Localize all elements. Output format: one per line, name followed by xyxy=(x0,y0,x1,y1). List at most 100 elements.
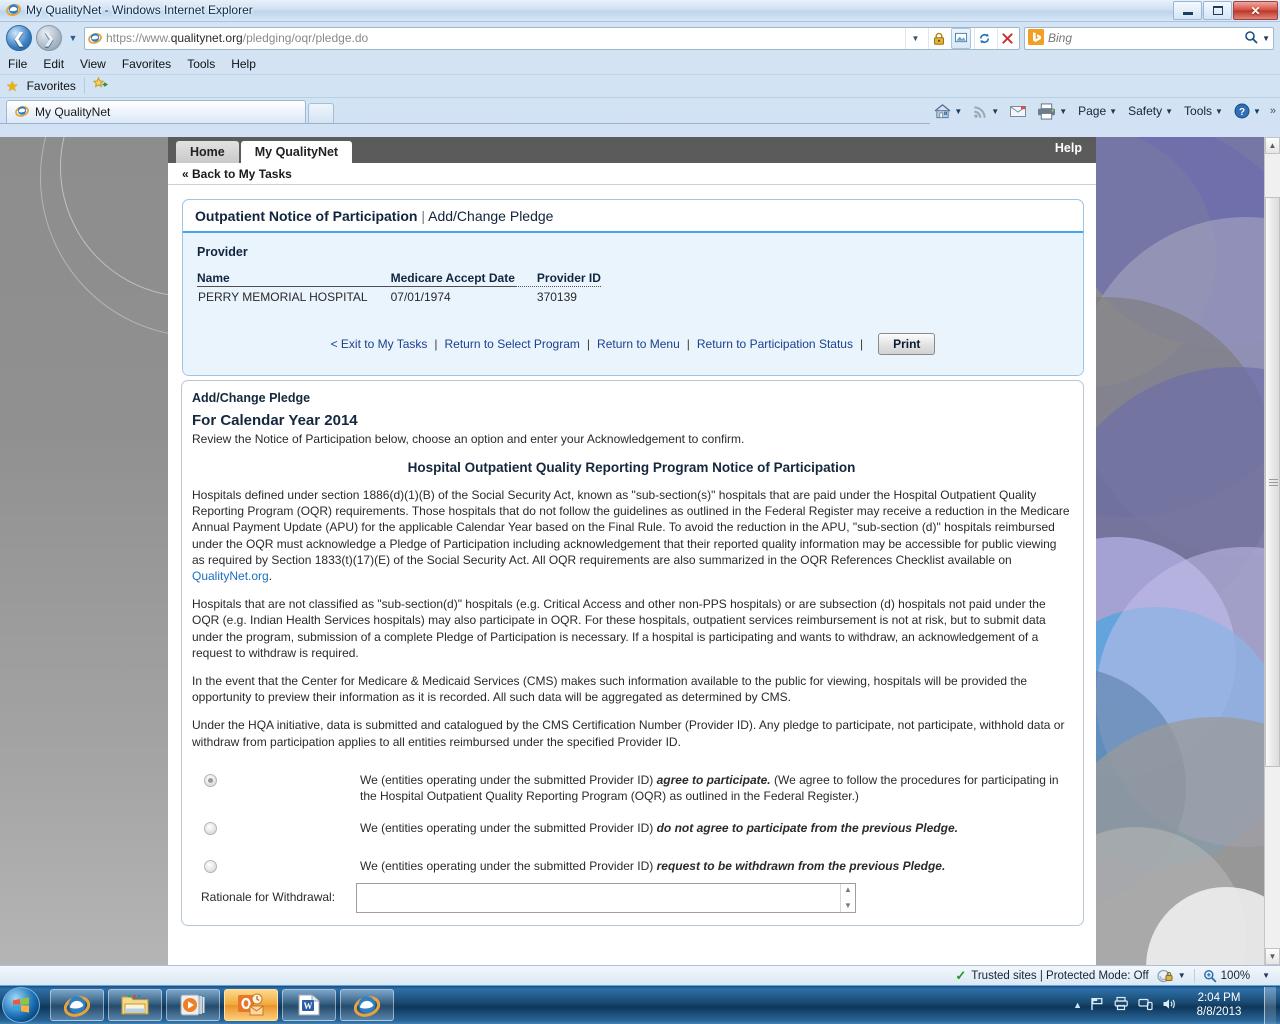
back-button[interactable]: ❮ xyxy=(6,25,32,51)
start-button[interactable] xyxy=(2,987,40,1023)
feeds-icon[interactable]: ▼ xyxy=(969,102,1003,121)
panel-title-sub: Add/Change Pledge xyxy=(428,208,554,224)
tools-menu-button[interactable]: Tools ▼ xyxy=(1180,102,1227,120)
return-to-menu-link[interactable]: Return to Menu xyxy=(597,337,680,351)
search-dropdown-icon[interactable]: ▼ xyxy=(1262,34,1270,43)
menu-item-view[interactable]: View xyxy=(80,57,106,71)
new-tab-button[interactable] xyxy=(308,103,334,123)
favorites-star-icon[interactable]: ★ xyxy=(6,78,19,95)
pledge-option-row[interactable]: We (entities operating under the submitt… xyxy=(192,858,1071,874)
privacy-dropdown-icon[interactable]: ▼ xyxy=(1178,971,1186,980)
menu-item-help[interactable]: Help xyxy=(231,57,256,71)
help-menu-button[interactable]: ? ▼ xyxy=(1230,101,1265,121)
maximize-restore-button[interactable] xyxy=(1203,1,1232,20)
favorites-label[interactable]: Favorites xyxy=(27,79,76,93)
show-desktop-button[interactable] xyxy=(1264,986,1276,1024)
rationale-textarea[interactable]: ▲ ▼ xyxy=(356,882,856,913)
privacy-report[interactable]: ▼ xyxy=(1157,969,1194,983)
taskbar-windows-explorer-icon[interactable] xyxy=(108,989,162,1021)
window-controls: ✕ xyxy=(1173,1,1278,20)
site-help-link[interactable]: Help xyxy=(1055,141,1082,155)
command-bar-overflow-icon[interactable]: » xyxy=(1268,105,1276,117)
option-1-lead: We (entities operating under the submitt… xyxy=(360,772,657,787)
stop-icon[interactable] xyxy=(997,27,1017,49)
refresh-icon[interactable] xyxy=(974,27,994,49)
page-menu-button[interactable]: Page ▼ xyxy=(1074,102,1121,120)
exit-to-my-tasks-link[interactable]: < Exit to My Tasks xyxy=(331,337,428,351)
site-tab-my-qualitynet[interactable]: My QualityNet xyxy=(240,141,353,163)
internet-explorer-icon xyxy=(6,2,21,17)
browser-tab-my-qualitynet[interactable]: My QualityNet xyxy=(6,100,306,123)
home-icon[interactable]: ▼ xyxy=(930,101,966,121)
menu-item-file[interactable]: File xyxy=(8,57,27,71)
radio-do-not-agree-to-participate[interactable] xyxy=(204,822,217,836)
home-dropdown-icon[interactable]: ▼ xyxy=(954,107,962,116)
scroll-up-button[interactable]: ▲ xyxy=(1265,137,1280,154)
return-to-select-program-link[interactable]: Return to Select Program xyxy=(445,337,580,351)
provider-section: Provider Name Medicare Accept Date Provi… xyxy=(183,233,1083,375)
print-button[interactable]: Print xyxy=(878,333,936,355)
recent-pages-dropdown-icon[interactable]: ▼ xyxy=(66,33,80,43)
notice-panel: Outpatient Notice of Participation | Add… xyxy=(182,199,1084,376)
volume-icon[interactable] xyxy=(1162,997,1178,1014)
security-zone-label: Trusted sites | Protected Mode: Off xyxy=(971,969,1149,982)
address-dropdown-icon[interactable]: ▼ xyxy=(905,27,925,49)
zoom-control[interactable]: 100% ▼ xyxy=(1193,968,1280,983)
minimize-button[interactable] xyxy=(1173,1,1202,20)
read-mail-icon[interactable] xyxy=(1006,103,1030,120)
forward-button[interactable]: ❯ xyxy=(36,25,62,51)
radio-request-withdrawal[interactable] xyxy=(204,860,217,874)
return-to-participation-status-link[interactable]: Return to Participation Status xyxy=(697,337,853,351)
window-title: My QualityNet - Windows Internet Explore… xyxy=(26,2,253,17)
provider-table: Name Medicare Accept Date Provider ID PE… xyxy=(197,271,601,305)
scrollbar-thumb[interactable] xyxy=(1265,197,1280,767)
compatibility-view-icon[interactable] xyxy=(951,27,971,49)
show-hidden-icons-button[interactable]: ▲ xyxy=(1073,1000,1082,1010)
action-center-flag-icon[interactable] xyxy=(1090,997,1105,1014)
command-bar: ▼ ▼ ▼ Page ▼ Safety ▼ Tools ▼ ? ▼ » xyxy=(930,98,1280,124)
svg-text:?: ? xyxy=(1239,107,1245,118)
menu-item-favorites[interactable]: Favorites xyxy=(122,57,171,71)
favorites-divider xyxy=(83,78,85,94)
zoom-dropdown-icon[interactable]: ▼ xyxy=(1254,971,1270,980)
print-icon[interactable]: ▼ xyxy=(1033,101,1071,122)
menu-item-tools[interactable]: Tools xyxy=(187,57,215,71)
close-button[interactable]: ✕ xyxy=(1233,1,1278,20)
breadcrumb: « Back to My Tasks xyxy=(168,163,1096,185)
security-zone[interactable]: ✓ Trusted sites | Protected Mode: Off xyxy=(955,968,1156,984)
rationale-textarea-field[interactable] xyxy=(357,884,840,912)
qualitynet-org-link[interactable]: QualityNet.org xyxy=(192,569,269,583)
pledge-option-row[interactable]: We (entities operating under the submitt… xyxy=(192,820,1071,836)
feeds-dropdown-icon[interactable]: ▼ xyxy=(991,107,999,116)
search-input[interactable]: Bing ▼ xyxy=(1024,26,1274,50)
back-to-my-tasks-link[interactable]: « Back to My Tasks xyxy=(182,167,292,181)
rationale-scroll-up-icon[interactable]: ▲ xyxy=(844,885,852,894)
search-go-icon[interactable] xyxy=(1244,30,1258,47)
add-to-favorites-bar-icon[interactable] xyxy=(92,76,109,95)
taskbar-internet-explorer-icon-2[interactable] xyxy=(340,989,394,1021)
page-favicon xyxy=(87,30,103,46)
address-url-text: https://www.qualitynet.org/pledging/oqr/… xyxy=(106,31,902,45)
taskbar-word-icon[interactable]: W xyxy=(282,989,336,1021)
menu-item-edit[interactable]: Edit xyxy=(43,57,64,71)
taskbar-media-player-icon[interactable] xyxy=(166,989,220,1021)
taskbar-clock[interactable]: 2:04 PM 8/8/2013 xyxy=(1186,991,1252,1019)
decorative-artwork xyxy=(1096,137,1264,965)
taskbar-internet-explorer-icon[interactable] xyxy=(50,989,104,1021)
lock-icon[interactable] xyxy=(928,27,948,49)
site-tab-home[interactable]: Home xyxy=(176,141,239,163)
printer-tray-icon[interactable] xyxy=(1114,996,1129,1014)
taskbar-outlook-icon[interactable] xyxy=(224,989,278,1021)
radio-agree-to-participate[interactable] xyxy=(204,773,217,787)
print-dropdown-icon[interactable]: ▼ xyxy=(1059,107,1067,116)
page-scrollbar[interactable]: ▲ ▼ xyxy=(1264,137,1280,965)
rationale-scroll-down-icon[interactable]: ▼ xyxy=(844,901,852,910)
scroll-down-button[interactable]: ▼ xyxy=(1265,948,1280,965)
address-input[interactable]: https://www.qualitynet.org/pledging/oqr/… xyxy=(84,26,1020,50)
pledge-option-label: We (entities operating under the submitt… xyxy=(360,772,1060,804)
safety-menu-button[interactable]: Safety ▼ xyxy=(1124,102,1177,120)
pledge-option-row[interactable]: We (entities operating under the submitt… xyxy=(192,772,1071,804)
rationale-scrollbar[interactable]: ▲ ▼ xyxy=(840,883,855,912)
network-icon[interactable] xyxy=(1138,997,1153,1014)
url-scheme: https://www. xyxy=(106,31,171,45)
